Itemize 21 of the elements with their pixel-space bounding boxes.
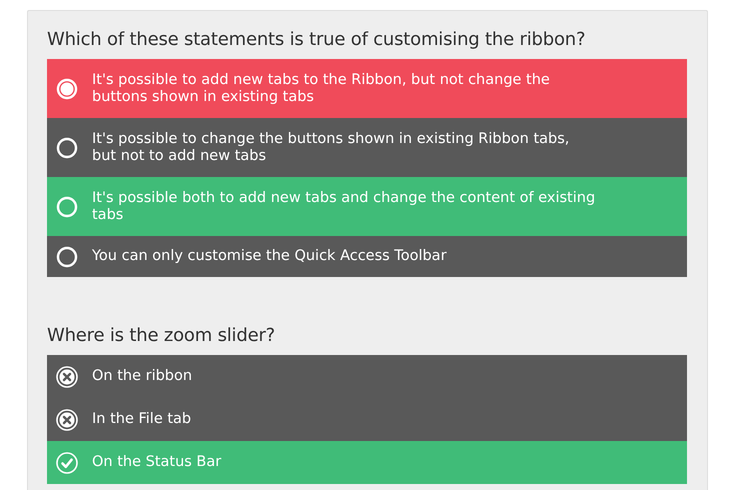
answer-text: You can only customise the Quick Access Toolbar [92, 248, 447, 265]
answer-option[interactable]: It's possible to change the buttons shown in existing Ribbon tabs, but not to add new tabs [47, 118, 687, 177]
radio-icon[interactable] [56, 196, 78, 218]
answer-option[interactable]: On the ribbon [47, 355, 687, 398]
question-text: Where is the zoom slider? [47, 325, 276, 346]
answer-option[interactable]: It's possible to add new tabs to the Ribbon, but not change the buttons shown in existing tabs [47, 59, 687, 118]
question-text: Which of these statements is true of customising the ribbon? [47, 29, 586, 50]
answer-text: It's possible both to add new tabs and change the content of existing tabs [92, 190, 596, 224]
radio-icon[interactable] [56, 136, 78, 158]
answer-option[interactable]: In the File tab [47, 398, 687, 441]
cross-icon [56, 366, 78, 388]
answer-text: It's possible to change the buttons shown in existing Ribbon tabs, but not to add new tabs [92, 130, 570, 164]
answer-text: On the Status Bar [92, 454, 222, 471]
radio-selected-icon[interactable] [56, 78, 78, 100]
answer-option[interactable]: You can only customise the Quick Access Toolbar [47, 236, 687, 277]
check-icon [56, 452, 78, 474]
answer-text: It's possible to add new tabs to the Ribbon, but not change the buttons shown in existing tabs [92, 72, 551, 106]
answer-text: On the ribbon [92, 368, 192, 385]
answer-text: In the File tab [92, 411, 192, 428]
radio-icon[interactable] [56, 246, 78, 268]
cross-icon [56, 408, 78, 430]
